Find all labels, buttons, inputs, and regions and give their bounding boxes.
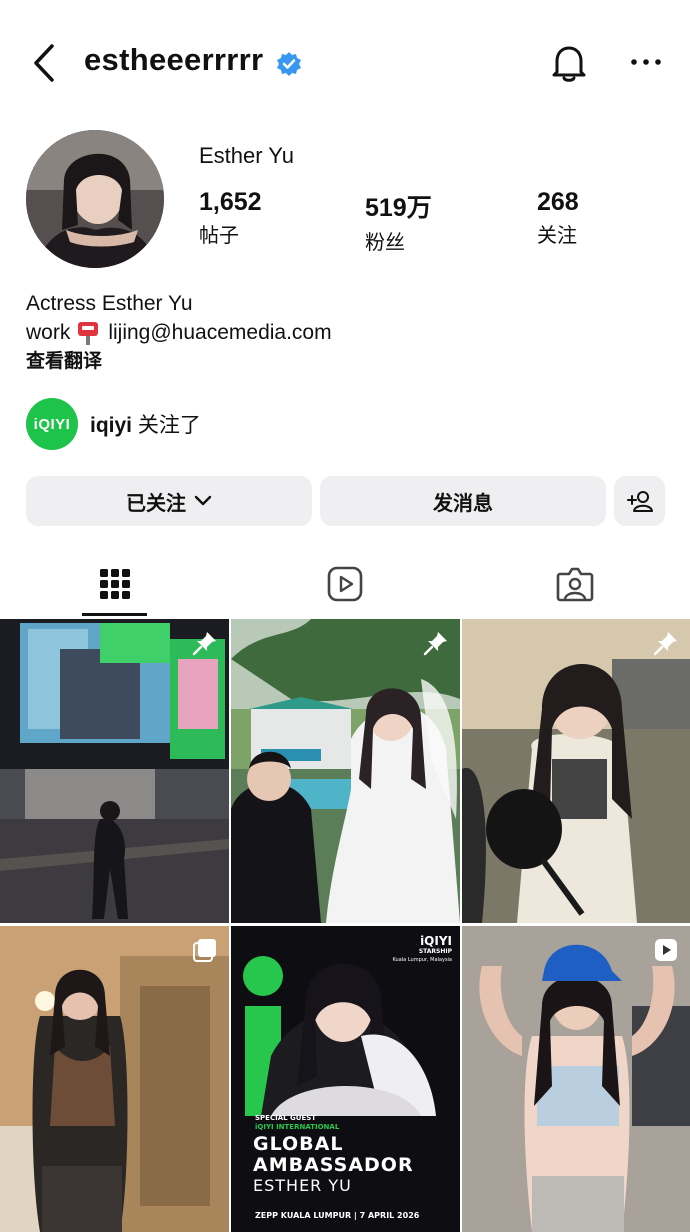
poster-footer: ZEPP KUALA LUMPUR | 7 APRIL 2026 (255, 1211, 420, 1220)
profile-display-name: Esther Yu (199, 143, 294, 168)
followers-count: 519万 (365, 194, 432, 222)
iqiyi-avatar: iQIYI (26, 398, 78, 450)
profile-avatar[interactable] (26, 130, 164, 268)
poster-special-sub: iQIYI INTERNATIONAL (255, 1123, 340, 1131)
poster-location: Kuala Lumpur, Malaysia (392, 957, 452, 963)
following-stat[interactable]: 268 关注 (537, 188, 579, 248)
posts-grid: iQIYI STARSHIP Kuala Lumpur, Malaysia SP… (0, 619, 690, 1232)
posts-count: 1,652 (199, 188, 262, 216)
bio-line-1: Actress Esther Yu (26, 292, 193, 315)
tab-tagged[interactable] (500, 552, 650, 616)
add-person-icon (626, 491, 653, 512)
followed-by-suffix: 关注了 (137, 414, 201, 437)
poster-headline-1: GLOBAL (253, 1133, 344, 1155)
profile-tabs (0, 552, 690, 616)
add-person-button[interactable] (614, 476, 665, 526)
bio-email[interactable]: lijing@huacemedia.com (108, 318, 331, 347)
reels-icon (327, 566, 363, 602)
grid-post-4[interactable] (0, 926, 229, 1232)
notification-bell-icon[interactable] (548, 42, 590, 84)
following-button-label: 已关注 (126, 492, 186, 515)
pin-icon (653, 632, 677, 656)
poster-special-guest: SPECIAL GUEST (255, 1114, 317, 1122)
posts-label: 帖子 (199, 225, 239, 247)
top-bar: estheeerrrrr (0, 0, 690, 125)
tab-reels[interactable] (270, 552, 420, 616)
poster-brand: iQIYI (420, 934, 452, 948)
active-tab-indicator (82, 613, 147, 616)
postbox-icon (76, 320, 100, 346)
message-button[interactable]: 发消息 (320, 476, 606, 526)
following-label: 关注 (537, 225, 577, 247)
pin-icon (423, 632, 447, 656)
poster-name: ESTHER YU (253, 1176, 352, 1195)
grid-post-3[interactable] (462, 619, 690, 923)
grid-post-5[interactable]: iQIYI STARSHIP Kuala Lumpur, Malaysia SP… (231, 926, 460, 1232)
see-translation-link[interactable]: 查看翻译 (26, 347, 332, 376)
followers-stat[interactable]: 519万 粉丝 (365, 188, 432, 255)
followed-by-row[interactable]: iQIYI iqiyi 关注了 (26, 398, 201, 450)
poster-brand-sub: STARSHIP (418, 948, 452, 955)
following-count: 268 (537, 188, 579, 216)
profile-username: estheeerrrrr (84, 42, 264, 77)
reel-icon (655, 939, 677, 961)
followed-by-text: iqiyi 关注了 (90, 409, 201, 439)
following-button[interactable]: 已关注 (26, 476, 312, 526)
chevron-down-icon (194, 495, 212, 506)
carousel-icon (193, 939, 216, 962)
message-button-label: 发消息 (433, 492, 493, 515)
grid-post-1[interactable] (0, 619, 229, 923)
tagged-person-icon (556, 567, 594, 602)
tab-posts-grid[interactable] (40, 552, 190, 616)
poster-headline-2: AMBASSADOR (253, 1154, 414, 1176)
pin-icon (192, 632, 216, 656)
grid-icon (100, 569, 130, 599)
bio-line-2: work lijing@huacemedia.com (26, 318, 332, 347)
posts-stat[interactable]: 1,652 帖子 (199, 188, 262, 248)
more-options-icon[interactable] (626, 46, 666, 78)
grid-post-2[interactable] (231, 619, 460, 923)
bio-work-label: work (26, 321, 71, 344)
followed-by-account: iqiyi (90, 414, 133, 437)
followers-label: 粉丝 (365, 232, 405, 254)
grid-post-6[interactable] (462, 926, 690, 1232)
profile-bio: Actress Esther Yu work lijing@huacemedia… (26, 289, 332, 376)
verified-badge-icon (276, 51, 302, 77)
back-icon[interactable] (28, 40, 62, 86)
